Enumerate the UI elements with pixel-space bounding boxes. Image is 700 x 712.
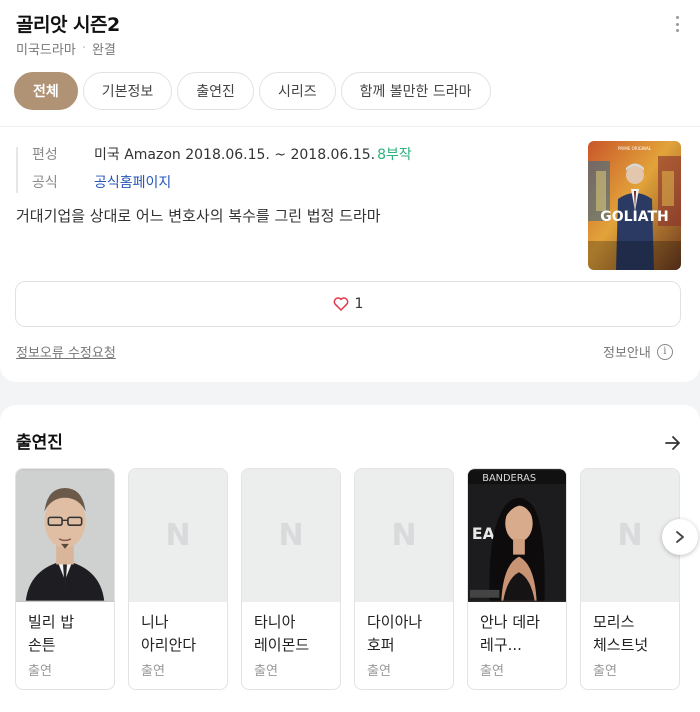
cast-photo: [16, 469, 114, 602]
cast-section: 출연진 빌리 밥 손튼 출연 N 니나 아리안다 출연 N 타니아 레이몬드 출…: [0, 405, 700, 712]
report-error-link[interactable]: 정보오류 수정요청: [16, 342, 116, 361]
info-guide-label: 정보안내: [603, 346, 651, 361]
info-bar: [16, 147, 18, 193]
cast-role: 출연: [480, 664, 504, 679]
description: 거대기업을 상대로 어느 변호사의 복수를 그린 법정 드라마: [16, 207, 381, 225]
more-options-icon[interactable]: [670, 14, 684, 34]
cast-name: 니나 아리안다: [141, 613, 197, 654]
cast-photo-placeholder: N: [242, 469, 340, 602]
official-label: 공식: [32, 175, 58, 191]
info-icon: i: [656, 343, 673, 360]
cast-photo-placeholder: N: [129, 469, 227, 602]
placeholder-logo-icon: N: [617, 518, 643, 553]
tab-cast[interactable]: 출연진: [177, 72, 254, 110]
info-guide-button[interactable]: 정보안내 i: [603, 342, 673, 361]
like-button[interactable]: 1: [15, 281, 681, 327]
placeholder-logo-icon: N: [391, 518, 417, 553]
cast-card[interactable]: BANDERAS EAR 안나 데라 레구... 출연: [467, 468, 567, 690]
official-homepage-link[interactable]: 공식홈페이지: [94, 172, 171, 192]
cast-card[interactable]: N 다이아나 호퍼 출연: [354, 468, 454, 690]
tab-recommended[interactable]: 함께 볼만한 드라마: [340, 72, 491, 110]
drama-info-card: 골리앗 시즌2 미국드라마 · 완결 전체 기본정보 출연진 시리즈 함께 볼만…: [0, 0, 700, 382]
cast-role: 출연: [367, 664, 391, 679]
cast-name: 다이아나 호퍼: [367, 613, 423, 654]
tab-all[interactable]: 전체: [14, 72, 78, 110]
cast-name: 안나 데라 레구...: [480, 613, 540, 654]
photo-backdrop-text: BANDERAS: [482, 473, 536, 484]
tab-bar: 전체 기본정보 출연진 시리즈 함께 볼만한 드라마: [14, 72, 491, 110]
status-label: 완결: [91, 43, 116, 58]
divider: [0, 126, 700, 127]
section-title: 출연진: [16, 433, 63, 453]
subtitle: 미국드라마 · 완결: [16, 39, 116, 58]
episode-count: 8부작: [377, 147, 412, 163]
cast-card[interactable]: 빌리 밥 손튼 출연: [15, 468, 115, 690]
cast-role: 출연: [28, 664, 52, 679]
broadcast-value: 미국 Amazon 2018.06.15. ~ 2018.06.15.: [94, 147, 376, 163]
broadcast-label: 편성: [32, 147, 58, 163]
cast-name: 타니아 레이몬드: [254, 613, 310, 654]
separator-dot: ·: [81, 41, 86, 56]
placeholder-logo-icon: N: [165, 518, 191, 553]
tab-series[interactable]: 시리즈: [258, 72, 336, 110]
cast-role: 출연: [593, 664, 617, 679]
cast-card[interactable]: N 모리스 체스트넛 출연: [580, 468, 680, 690]
poster-badge-text: PRIME ORIGINAL: [618, 146, 652, 151]
cast-role: 출연: [254, 664, 278, 679]
placeholder-logo-icon: N: [278, 518, 304, 553]
broadcast-row: 편성 미국 Amazon 2018.06.15. ~ 2018.06.15. 8…: [32, 144, 412, 164]
poster-title-text: GOLIATH: [600, 209, 669, 225]
carousel-next-button[interactable]: [662, 519, 698, 555]
like-count: 1: [354, 296, 364, 312]
cast-name: 빌리 밥 손튼: [28, 613, 75, 654]
cast-role: 출연: [141, 664, 165, 679]
page-title: 골리앗 시즌2: [16, 14, 120, 36]
tab-basic-info[interactable]: 기본정보: [82, 72, 173, 110]
cast-name: 모리스 체스트넛: [593, 613, 649, 654]
poster-image[interactable]: PRIME ORIGINAL GOLIATH: [588, 141, 681, 270]
cast-photo-placeholder: N: [355, 469, 453, 602]
genre-label: 미국드라마: [16, 43, 76, 58]
cast-photo: BANDERAS EAR: [468, 469, 566, 602]
cast-card[interactable]: N 타니아 레이몬드 출연: [241, 468, 341, 690]
cast-card[interactable]: N 니나 아리안다 출연: [128, 468, 228, 690]
heart-icon: [333, 297, 348, 311]
chevron-right-icon: [676, 531, 684, 543]
official-row: 공식 공식홈페이지: [32, 172, 171, 192]
arrow-right-icon[interactable]: [664, 435, 682, 451]
